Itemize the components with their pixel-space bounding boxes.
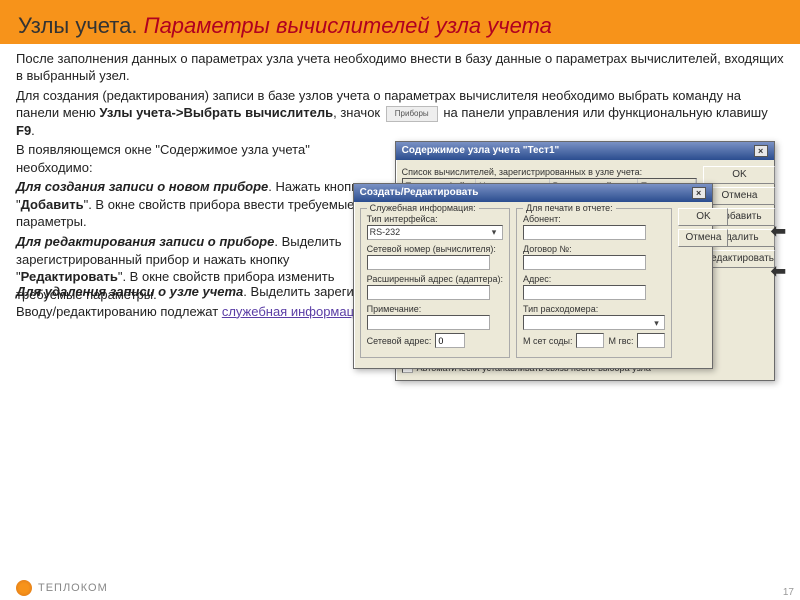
- toolbar-devices-icon: Приборы: [386, 106, 438, 122]
- lbl-mh: М сет соды:: [523, 335, 572, 347]
- lbl-serial: Сетевой номер (вычислителя):: [367, 243, 503, 255]
- titlebar-node-text: Содержимое узла учета "Тест1": [402, 144, 560, 158]
- lbl-addr: Адрес:: [523, 273, 665, 285]
- titlebar-node[interactable]: Содержимое узла учета "Тест1" ×: [396, 142, 774, 160]
- intro-p1: После заполнения данных о параметрах узл…: [16, 50, 784, 85]
- dialog-create-edit: Создать/Редактировать × Служебная информ…: [353, 183, 713, 369]
- netaddr-input[interactable]: [435, 333, 465, 348]
- mg-input[interactable]: [637, 333, 665, 348]
- left-create: Для создания записи о новом приборе. Наж…: [16, 178, 365, 231]
- lbl-netaddr: Сетевой адрес:: [367, 335, 432, 347]
- cancel-button[interactable]: Отмена: [703, 187, 775, 205]
- lbl-ext: Расширенный адрес (адаптера):: [367, 273, 503, 285]
- brand-text: ТЕПЛОКОМ: [38, 582, 108, 594]
- intro-p2: Для создания (редактирования) записи в б…: [16, 87, 784, 140]
- serial-input[interactable]: [367, 255, 490, 270]
- lbl-dog: Договор №:: [523, 243, 665, 255]
- iface-select[interactable]: RS-232▾: [367, 225, 503, 240]
- ext-input[interactable]: [367, 285, 490, 300]
- cancel-button[interactable]: Отмена: [678, 229, 728, 247]
- chevron-down-icon: ▾: [488, 226, 500, 238]
- lbl-abon: Абонент:: [523, 213, 665, 225]
- chevron-down-icon: ▾: [650, 317, 662, 329]
- footer: ТЕПЛОКОМ: [16, 580, 108, 596]
- flow-select[interactable]: ▾: [523, 315, 665, 330]
- close-icon[interactable]: ×: [692, 187, 706, 199]
- ok-button[interactable]: OK: [678, 208, 728, 226]
- close-icon[interactable]: ×: [754, 145, 768, 157]
- mh-input[interactable]: [576, 333, 604, 348]
- titlebar-edit[interactable]: Создать/Редактировать ×: [354, 184, 712, 202]
- group-service: Служебная информация:: [367, 202, 479, 214]
- ok-button[interactable]: OK: [703, 166, 775, 184]
- lbl-note: Примечание:: [367, 303, 503, 315]
- group-report: Для печати в отчете:: [523, 202, 616, 214]
- titlebar-edit-text: Создать/Редактировать: [360, 186, 479, 200]
- arrow-icon: ⬅: [771, 219, 786, 243]
- note-input[interactable]: [367, 315, 490, 330]
- arrow-icon: ⬅: [771, 259, 786, 283]
- left-p1: В появляющемся окне "Содержимое узла уче…: [16, 141, 365, 176]
- dog-input[interactable]: [523, 255, 646, 270]
- lbl-iface: Тип интерфейса:: [367, 213, 503, 225]
- list-label: Список вычислителей, зарегистрированных …: [402, 166, 698, 178]
- page-title: Узлы учета. Параметры вычислителей узла …: [18, 12, 782, 40]
- addr-input[interactable]: [523, 285, 646, 300]
- lbl-flow: Тип расходомера:: [523, 303, 665, 315]
- link-service-info[interactable]: служебная информация: [222, 304, 369, 319]
- brand-logo-icon: [16, 580, 32, 596]
- slide-number: 17: [783, 587, 794, 598]
- abon-input[interactable]: [523, 225, 646, 240]
- lbl-mg: М гвс:: [608, 335, 633, 347]
